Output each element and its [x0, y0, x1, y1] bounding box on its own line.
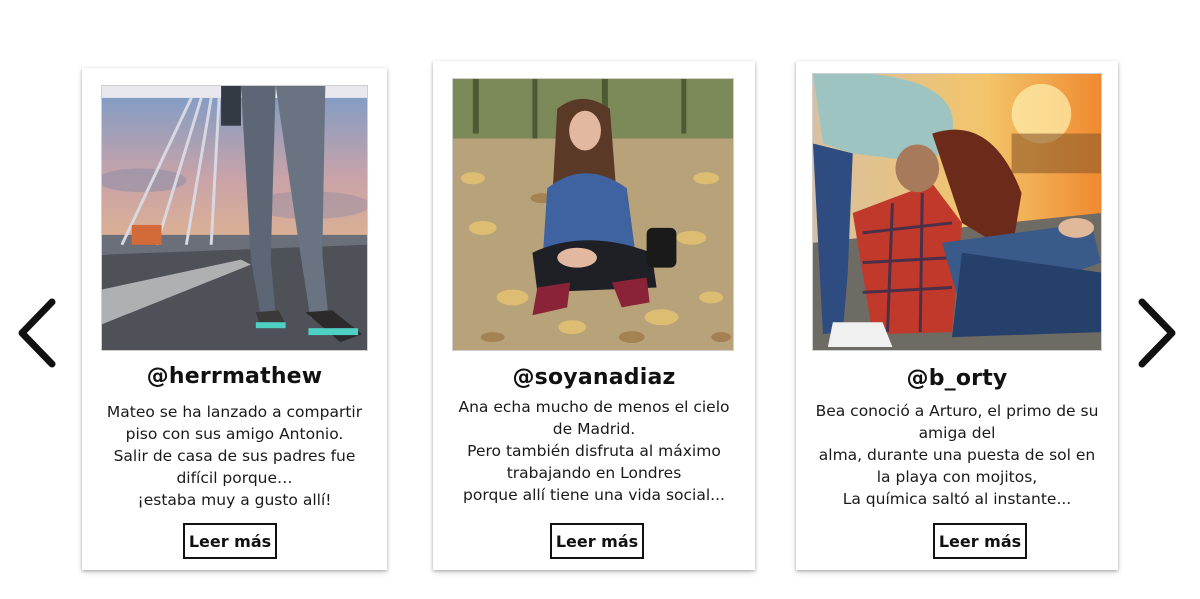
read-more-button[interactable]: Leer más	[933, 523, 1027, 559]
testimonial-card: @b_orty Bea conoció a Arturo, el primo d…	[796, 61, 1118, 570]
description-line: alma, durante una puesta de sol en	[818, 446, 1096, 464]
description-line: la playa con mojitos,	[876, 468, 1038, 486]
description-line: de Madrid.	[552, 420, 636, 438]
description-line: La química saltó al instante...	[842, 490, 1072, 508]
description-line: ¡estaba muy a gusto allí!	[137, 491, 332, 509]
carousel-prev-button[interactable]	[12, 293, 60, 373]
read-more-button[interactable]: Leer más	[550, 523, 644, 559]
card-description: Ana echa mucho de menos el cielo de Madr…	[439, 396, 749, 506]
card-photo	[452, 78, 734, 351]
description-line: Bea conoció a Arturo, el primo de su	[815, 402, 1099, 420]
description-line: trabajando en Londres	[506, 464, 682, 482]
testimonial-card: @soyanadiaz Ana echa mucho de menos el c…	[433, 61, 755, 570]
card-description: Mateo se ha lanzado a compartir piso con…	[88, 401, 381, 511]
description-line: Mateo se ha lanzado a compartir	[106, 403, 363, 421]
card-username: @soyanadiaz	[512, 365, 676, 390]
description-line: Ana echa mucho de menos el cielo	[458, 398, 730, 416]
description-line: difícil porque…	[176, 469, 293, 487]
description-line: amiga del	[918, 424, 996, 442]
card-photo	[812, 73, 1102, 351]
card-username: @herrmathew	[146, 364, 323, 389]
testimonial-card: @herrmathew Mateo se ha lanzado a compar…	[82, 68, 387, 570]
card-description: Bea conoció a Arturo, el primo de su ami…	[802, 400, 1112, 510]
description-line: porque allí tiene una vida social...	[463, 486, 725, 504]
chevron-left-icon	[14, 296, 58, 370]
card-username: @b_orty	[906, 366, 1008, 391]
chevron-right-icon	[1136, 296, 1180, 370]
card-photo	[101, 85, 368, 351]
description-line: Pero también disfruta al máximo	[467, 442, 721, 460]
description-line: Salir de casa de sus padres fue	[113, 447, 356, 465]
description-line: piso con sus amigo Antonio.	[125, 425, 344, 443]
carousel-next-button[interactable]	[1134, 293, 1182, 373]
read-more-button[interactable]: Leer más	[183, 523, 277, 559]
